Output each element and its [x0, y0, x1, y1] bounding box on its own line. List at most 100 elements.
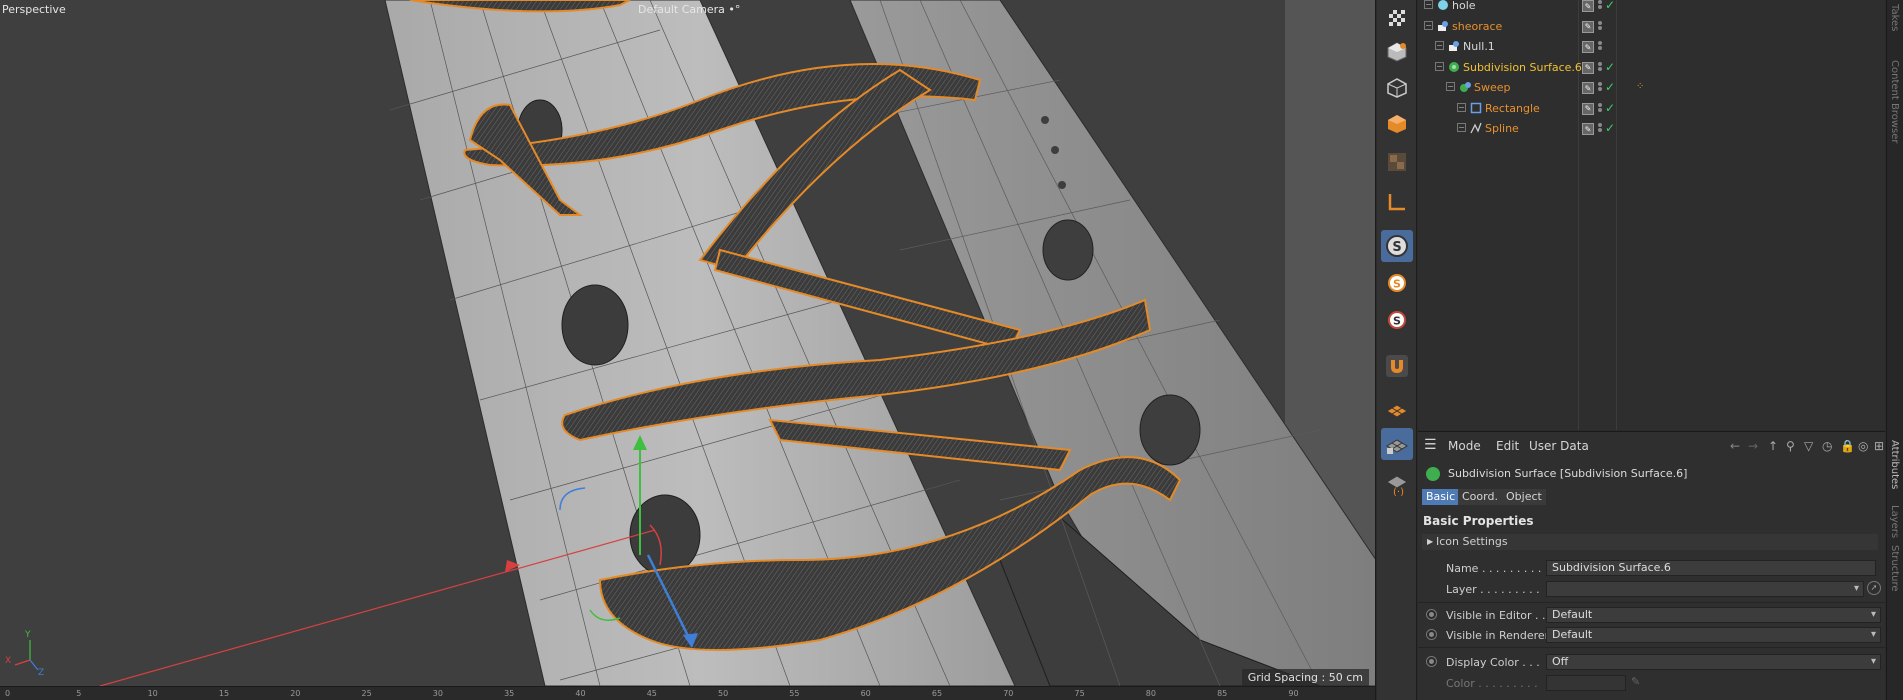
visibility-dots-icon[interactable] [1598, 0, 1603, 11]
magnet-icon[interactable] [1381, 350, 1413, 382]
animate-toggle-display-color[interactable] [1426, 656, 1437, 667]
viewport-name-label[interactable]: Perspective [2, 3, 66, 16]
layer-pencil-icon[interactable]: ✎ [1582, 0, 1594, 12]
snap-s-icon[interactable]: S [1381, 230, 1413, 262]
expand-triangle-icon[interactable]: ▶ [1427, 534, 1433, 550]
cube-solid-icon[interactable] [1381, 108, 1413, 140]
object-row[interactable]: − Rectangle ✎ ✓ [1418, 99, 1885, 119]
visible-in-editor-dropdown[interactable]: Default [1546, 607, 1881, 623]
timeline-ruler[interactable]: 0 5 10 15 20 25 30 35 40 45 50 55 60 65 70 75 80 85 90 [0, 686, 1375, 700]
enabled-check-icon[interactable]: ✓ [1605, 60, 1615, 74]
object-row[interactable]: − Subdivision Surface.6 ✎ ✓ [1418, 58, 1885, 78]
expand-toggle-icon[interactable]: − [1435, 41, 1444, 50]
object-name[interactable]: Rectangle [1485, 102, 1540, 115]
icon-settings-label: Icon Settings [1436, 535, 1508, 548]
visibility-dots-icon[interactable] [1598, 40, 1603, 52]
object-name[interactable]: Sweep [1474, 81, 1511, 94]
forward-arrow-icon[interactable]: → [1748, 439, 1758, 453]
icon-settings-group[interactable]: ▶ Icon Settings [1422, 534, 1878, 550]
tab-structure[interactable]: Structure [1889, 545, 1900, 592]
layer-pencil-icon[interactable]: ✎ [1582, 41, 1594, 53]
tab-takes[interactable]: Takes [1889, 4, 1900, 31]
object-row[interactable]: − Sweep ✎ ✓ ⁘ [1418, 78, 1885, 98]
object-row[interactable]: − Spline ✎ ✓ [1418, 119, 1885, 139]
layer-pencil-icon[interactable]: ✎ [1582, 102, 1594, 115]
tab-basic[interactable]: Basic [1422, 489, 1460, 505]
expand-toggle-icon[interactable]: − [1435, 61, 1444, 71]
tab-layers[interactable]: Layers [1889, 505, 1900, 538]
object-name[interactable]: Spline [1485, 122, 1519, 135]
timeline-tick: 75 [1074, 689, 1085, 698]
timeline-tick: 20 [290, 689, 301, 698]
visibility-dots-icon[interactable] [1598, 122, 1603, 134]
back-arrow-icon[interactable]: ← [1730, 439, 1740, 453]
enabled-check-icon[interactable]: ✓ [1605, 121, 1615, 135]
visibility-dots-icon[interactable] [1598, 81, 1603, 93]
visibility-dots-icon[interactable] [1598, 20, 1603, 32]
object-manager[interactable]: − hole ✎ ✓ − sheorace ✎ − Null.1 ✎ − Subdivision Su… [1418, 0, 1885, 430]
menu-mode[interactable]: Mode [1448, 439, 1481, 453]
tab-object[interactable]: Object [1502, 489, 1546, 505]
new-window-icon[interactable]: ⊞ [1874, 439, 1884, 453]
tab-content-browser[interactable]: Content Browser [1889, 60, 1900, 143]
grid-lock-icon[interactable] [1381, 428, 1413, 460]
hamburger-menu-icon[interactable]: ☰ [1424, 437, 1437, 453]
expand-toggle-icon[interactable]: − [1424, 0, 1433, 9]
lock-icon[interactable]: 🔒 [1840, 439, 1855, 453]
name-field[interactable]: Subdivision Surface.6 [1546, 560, 1876, 576]
object-row[interactable]: − hole ✎ ✓ [1418, 0, 1885, 16]
grid-plane-icon[interactable] [1381, 393, 1413, 425]
animate-toggle-renderer[interactable] [1426, 629, 1437, 640]
timeline-tick: 0 [5, 689, 11, 698]
expand-toggle-icon[interactable]: − [1424, 20, 1433, 30]
object-name[interactable]: sheorace [1452, 20, 1502, 33]
visibility-dots-icon[interactable] [1598, 61, 1603, 73]
layer-pencil-icon[interactable]: ✎ [1582, 61, 1594, 74]
layer-pick-icon[interactable]: ➚ [1867, 581, 1881, 595]
visibility-dots-icon[interactable] [1598, 102, 1603, 114]
enabled-check-icon[interactable]: ✓ [1605, 0, 1615, 12]
viewport-camera-label[interactable]: Default Camera •° [638, 3, 740, 16]
snap-s-orange-icon[interactable]: S [1381, 267, 1413, 299]
layer-field[interactable] [1546, 581, 1864, 597]
layer-pencil-icon[interactable]: ✎ [1582, 123, 1594, 135]
expand-toggle-icon[interactable]: − [1457, 102, 1466, 112]
object-name[interactable]: Subdivision Surface.6 [1463, 61, 1582, 74]
3d-viewport[interactable]: Perspective Default Camera •° Y X Z Grid… [0, 0, 1376, 700]
object-row[interactable]: − Null.1 ✎ [1418, 37, 1885, 57]
scene-render[interactable] [0, 0, 1376, 686]
display-color-dropdown[interactable]: Off [1546, 654, 1881, 670]
eyedropper-icon[interactable]: ✎ [1631, 675, 1640, 688]
expand-toggle-icon[interactable]: − [1457, 123, 1466, 132]
enabled-check-icon[interactable]: ✓ [1605, 101, 1615, 115]
timeline-tick: 35 [504, 689, 515, 698]
texture-icon[interactable] [1381, 146, 1413, 178]
checker-icon[interactable] [1381, 2, 1413, 34]
expand-toggle-icon[interactable]: − [1446, 82, 1455, 91]
object-name[interactable]: hole [1452, 0, 1476, 12]
layer-pencil-icon[interactable]: ✎ [1582, 82, 1594, 94]
visible-in-renderer-dropdown[interactable]: Default [1546, 627, 1881, 643]
snap-s-red-icon[interactable]: S [1381, 304, 1413, 336]
history-icon[interactable]: ◷ [1822, 439, 1832, 453]
tab-attributes[interactable]: Attributes [1889, 440, 1900, 489]
tag-icon[interactable]: ⁘ [1636, 81, 1644, 92]
up-arrow-icon[interactable]: ↑ [1768, 439, 1778, 453]
tab-coord[interactable]: Coord. [1458, 489, 1502, 505]
color-swatch[interactable] [1546, 675, 1626, 691]
cube-icon[interactable] [1381, 36, 1413, 68]
section-title: Basic Properties [1423, 514, 1534, 528]
menu-edit[interactable]: Edit [1496, 439, 1519, 453]
filter-icon[interactable]: ▽ [1804, 439, 1813, 453]
object-row[interactable]: − sheorace ✎ [1418, 17, 1885, 37]
cube-outline-icon[interactable] [1381, 72, 1413, 104]
animate-toggle-editor[interactable] [1426, 609, 1437, 620]
object-name[interactable]: Null.1 [1463, 40, 1495, 53]
grid-refresh-icon[interactable]: (·) [1381, 468, 1413, 500]
target-icon[interactable]: ◎ [1858, 439, 1868, 453]
layer-pencil-icon[interactable]: ✎ [1582, 20, 1594, 33]
search-icon[interactable]: ⚲ [1786, 439, 1795, 453]
enabled-check-icon[interactable]: ✓ [1605, 80, 1615, 94]
axis-icon[interactable] [1381, 186, 1413, 218]
menu-user-data[interactable]: User Data [1529, 439, 1589, 453]
